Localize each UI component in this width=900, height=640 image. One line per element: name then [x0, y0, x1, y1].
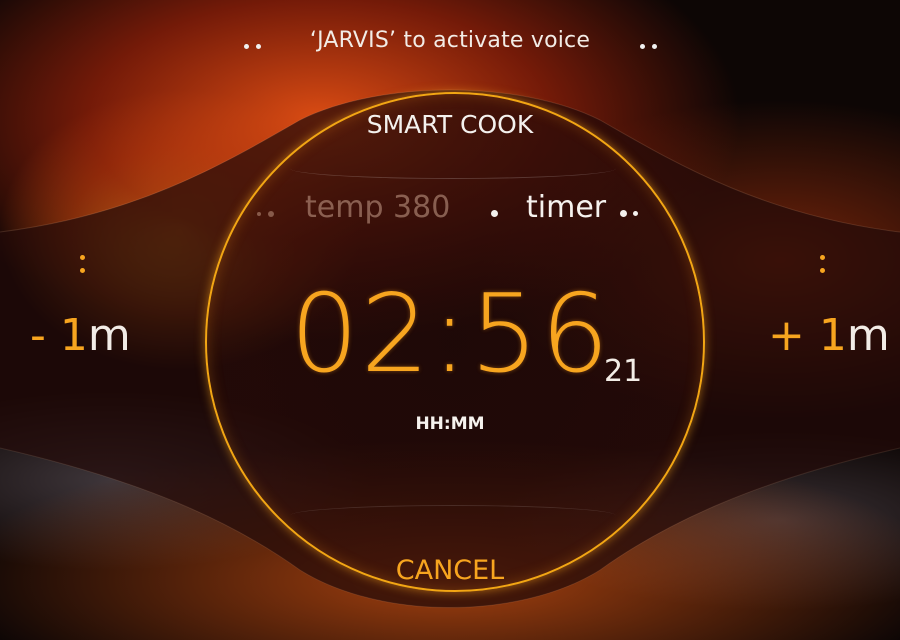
- minus-amount: 1: [59, 310, 88, 361]
- plus-unit: m: [846, 310, 890, 361]
- voice-hint: ‘JARVIS’ to activate voice: [309, 28, 591, 53]
- plus-one-minute-button[interactable]: + 1m: [768, 310, 890, 361]
- mode-dot-icon: [620, 210, 627, 217]
- mode-selector: temp 380 timer: [0, 190, 900, 230]
- mode-dot-icon: [257, 212, 261, 216]
- plus-options-icon: [820, 255, 826, 277]
- tab-timer[interactable]: timer: [526, 190, 606, 225]
- timer-format-label: HH:MM: [415, 414, 485, 434]
- minus-one-minute-button[interactable]: - 1m: [30, 310, 131, 361]
- mode-dot-icon: [268, 211, 274, 217]
- timer-display: 02:56: [290, 272, 612, 397]
- dial-top-arc: [290, 158, 616, 179]
- page-title: SMART COOK: [366, 110, 534, 139]
- dial-bottom-arc: [290, 505, 616, 526]
- plus-sign: +: [768, 310, 819, 361]
- minus-unit: m: [87, 310, 131, 361]
- minus-sign: -: [30, 310, 60, 361]
- mode-dot-icon: [633, 211, 638, 216]
- plus-amount: 1: [818, 310, 847, 361]
- minus-options-icon: [80, 255, 86, 277]
- tab-temp[interactable]: temp 380: [305, 190, 450, 225]
- timer-seconds: 21: [604, 354, 643, 389]
- mode-dot-icon: [491, 210, 498, 217]
- voice-dots-right-icon: [640, 44, 658, 50]
- cancel-button[interactable]: CANCEL: [0, 555, 900, 586]
